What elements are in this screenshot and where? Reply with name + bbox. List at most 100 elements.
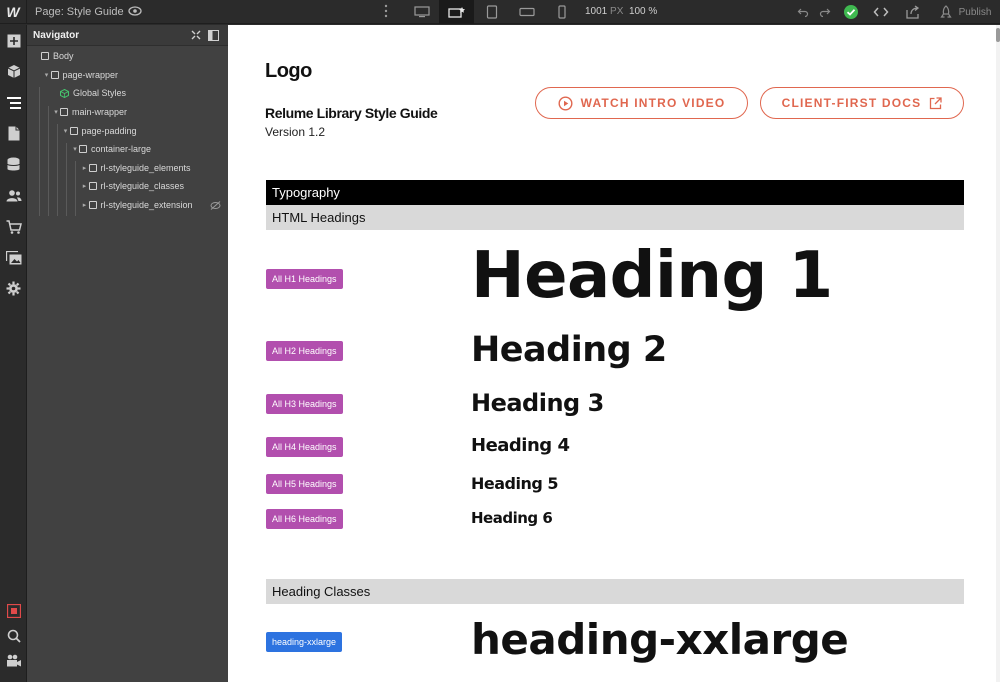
breakpoint-tablet-icon[interactable] — [474, 0, 509, 24]
collapse-arrows-icon[interactable] — [191, 30, 201, 43]
canvas-scrollbar-thumb[interactable] — [996, 28, 1000, 42]
heading-xxlarge-tag[interactable]: heading-xxlarge — [266, 632, 343, 652]
saved-check-icon — [836, 4, 866, 20]
expand-caret-icon[interactable]: ▾ — [43, 71, 51, 79]
expand-caret-icon[interactable]: ▾ — [71, 145, 79, 153]
settings-gear-icon[interactable] — [0, 273, 27, 304]
h3-tag[interactable]: All H3 Headings — [266, 394, 343, 414]
watch-intro-video-button[interactable]: WATCH INTRO VIDEO — [535, 87, 748, 119]
subsection-header-html-headings[interactable]: HTML Headings — [266, 205, 964, 230]
navigator-item-global-styles[interactable]: Global Styles — [27, 84, 228, 103]
div-block-icon — [88, 182, 97, 191]
users-icon[interactable] — [0, 180, 27, 211]
heading-4[interactable]: Heading 4 — [471, 435, 570, 456]
play-circle-icon — [558, 95, 573, 111]
div-block-icon — [41, 52, 49, 61]
navigator-icon[interactable] — [0, 87, 27, 118]
subsection-header-heading-classes[interactable]: Heading Classes — [266, 579, 964, 604]
navigator-panel: Navigator Body ▾ page-wrapper Global Styles… — [27, 25, 228, 682]
tree-guide-line — [75, 161, 76, 216]
h6-tag[interactable]: All H6 Headings — [266, 509, 343, 529]
design-canvas[interactable]: Logo Relume Library Style Guide Version … — [228, 25, 996, 682]
div-block-icon — [60, 108, 68, 117]
search-icon[interactable] — [0, 623, 27, 648]
canvas-width: 1001 — [585, 6, 608, 17]
breakpoint-desktop-icon[interactable] — [439, 0, 474, 24]
navigator-item-label: rl-styleguide_elements — [100, 162, 191, 173]
navigator-item-label: rl-styleguide_extension — [100, 200, 193, 211]
tree-guide-line — [66, 143, 67, 216]
rocket-icon — [939, 5, 952, 18]
h5-tag[interactable]: All H5 Headings — [266, 474, 343, 494]
zoom-level: 100 % — [628, 6, 658, 17]
publish-button[interactable]: Publish — [930, 5, 1000, 19]
ecommerce-cart-icon[interactable] — [0, 211, 27, 242]
navigator-item-label: page-wrapper — [62, 69, 119, 80]
navigator-item-label: main-wrapper — [72, 107, 128, 118]
assets-icon[interactable] — [0, 242, 27, 273]
hidden-eye-slash-icon[interactable] — [210, 200, 221, 210]
client-first-docs-button[interactable]: CLIENT-FIRST DOCS — [760, 87, 964, 119]
expand-caret-icon[interactable]: ▾ — [62, 127, 70, 135]
h1-tag[interactable]: All H1 Headings — [266, 269, 343, 289]
div-block-icon — [50, 70, 59, 79]
breakpoint-large-desktop-icon[interactable] — [404, 0, 439, 24]
breakpoint-mobile-portrait-icon[interactable] — [544, 0, 579, 24]
left-tool-sidebar — [0, 25, 27, 682]
heading-1[interactable]: Heading 1 — [471, 239, 833, 313]
cms-database-icon[interactable] — [0, 149, 27, 180]
navigator-item-page-wrapper[interactable]: ▾ page-wrapper — [27, 66, 228, 85]
navigator-item-label: rl-styleguide_classes — [100, 181, 185, 192]
expand-caret-icon[interactable]: ▾ — [52, 108, 60, 116]
publish-label: Publish — [958, 6, 992, 18]
expand-caret-icon[interactable]: ▸ — [81, 182, 89, 190]
webflow-logo[interactable]: W — [0, 0, 27, 24]
navigator-title: Navigator — [33, 29, 80, 41]
navigator-header: Navigator — [27, 25, 228, 46]
canvas-size-readout: 1001 PX 100 % — [585, 6, 657, 17]
more-options-icon[interactable] — [384, 3, 390, 19]
add-panel-icon[interactable] — [0, 25, 27, 56]
h2-tag[interactable]: All H2 Headings — [266, 341, 343, 361]
canvas-scrollbar[interactable] — [996, 25, 1000, 682]
div-block-icon — [79, 145, 87, 154]
style-guide-logo[interactable]: Logo — [265, 60, 312, 83]
navigator-item-body[interactable]: Body — [27, 47, 228, 66]
heading-2[interactable]: Heading 2 — [471, 330, 667, 370]
expand-caret-icon[interactable]: ▸ — [81, 201, 89, 209]
sidebar-bottom-tools — [0, 598, 27, 673]
expand-caret-icon[interactable]: ▸ — [81, 164, 89, 172]
watch-intro-video-label: WATCH INTRO VIDEO — [580, 96, 726, 110]
div-block-icon — [88, 201, 97, 210]
heading-xxlarge-sample[interactable]: heading-xxlarge — [471, 615, 849, 664]
breakpoint-switcher — [404, 0, 579, 24]
heading-5[interactable]: Heading 5 — [471, 474, 559, 493]
redo-icon[interactable] — [814, 6, 836, 18]
section-header-typography[interactable]: Typography — [266, 180, 964, 205]
navigator-item-label: container-large — [91, 144, 152, 155]
top-toolbar: W Page: Style Guide 1001 PX 100 % Publis… — [0, 0, 1000, 24]
global-styles-component-icon — [60, 88, 69, 98]
heading-6[interactable]: Heading 6 — [471, 509, 553, 527]
navigator-item-label: Body — [53, 51, 74, 62]
heading-3[interactable]: Heading 3 — [471, 389, 604, 417]
external-link-icon — [930, 96, 943, 109]
navigator-item-label: page-padding — [81, 125, 137, 136]
preview-eye-icon[interactable] — [128, 4, 142, 18]
breakpoint-mobile-landscape-icon[interactable] — [509, 0, 544, 24]
navigator-item-label: Global Styles — [73, 88, 127, 99]
pages-icon[interactable] — [0, 118, 27, 149]
symbols-cube-icon[interactable] — [0, 56, 27, 87]
audit-icon[interactable] — [0, 598, 27, 623]
code-export-icon[interactable] — [866, 6, 896, 18]
style-guide-title[interactable]: Relume Library Style Guide — [265, 105, 438, 121]
video-tutorials-icon[interactable] — [0, 648, 27, 673]
share-icon[interactable] — [896, 5, 930, 19]
undo-icon[interactable] — [792, 6, 814, 18]
navigator-item-main-wrapper[interactable]: ▾ main-wrapper — [27, 103, 228, 122]
page-selector[interactable]: Page: Style Guide — [35, 6, 124, 18]
h4-tag[interactable]: All H4 Headings — [266, 437, 343, 457]
tree-guide-line — [48, 106, 49, 216]
version-text[interactable]: Version 1.2 — [265, 125, 325, 139]
dock-panel-icon[interactable] — [208, 30, 219, 44]
